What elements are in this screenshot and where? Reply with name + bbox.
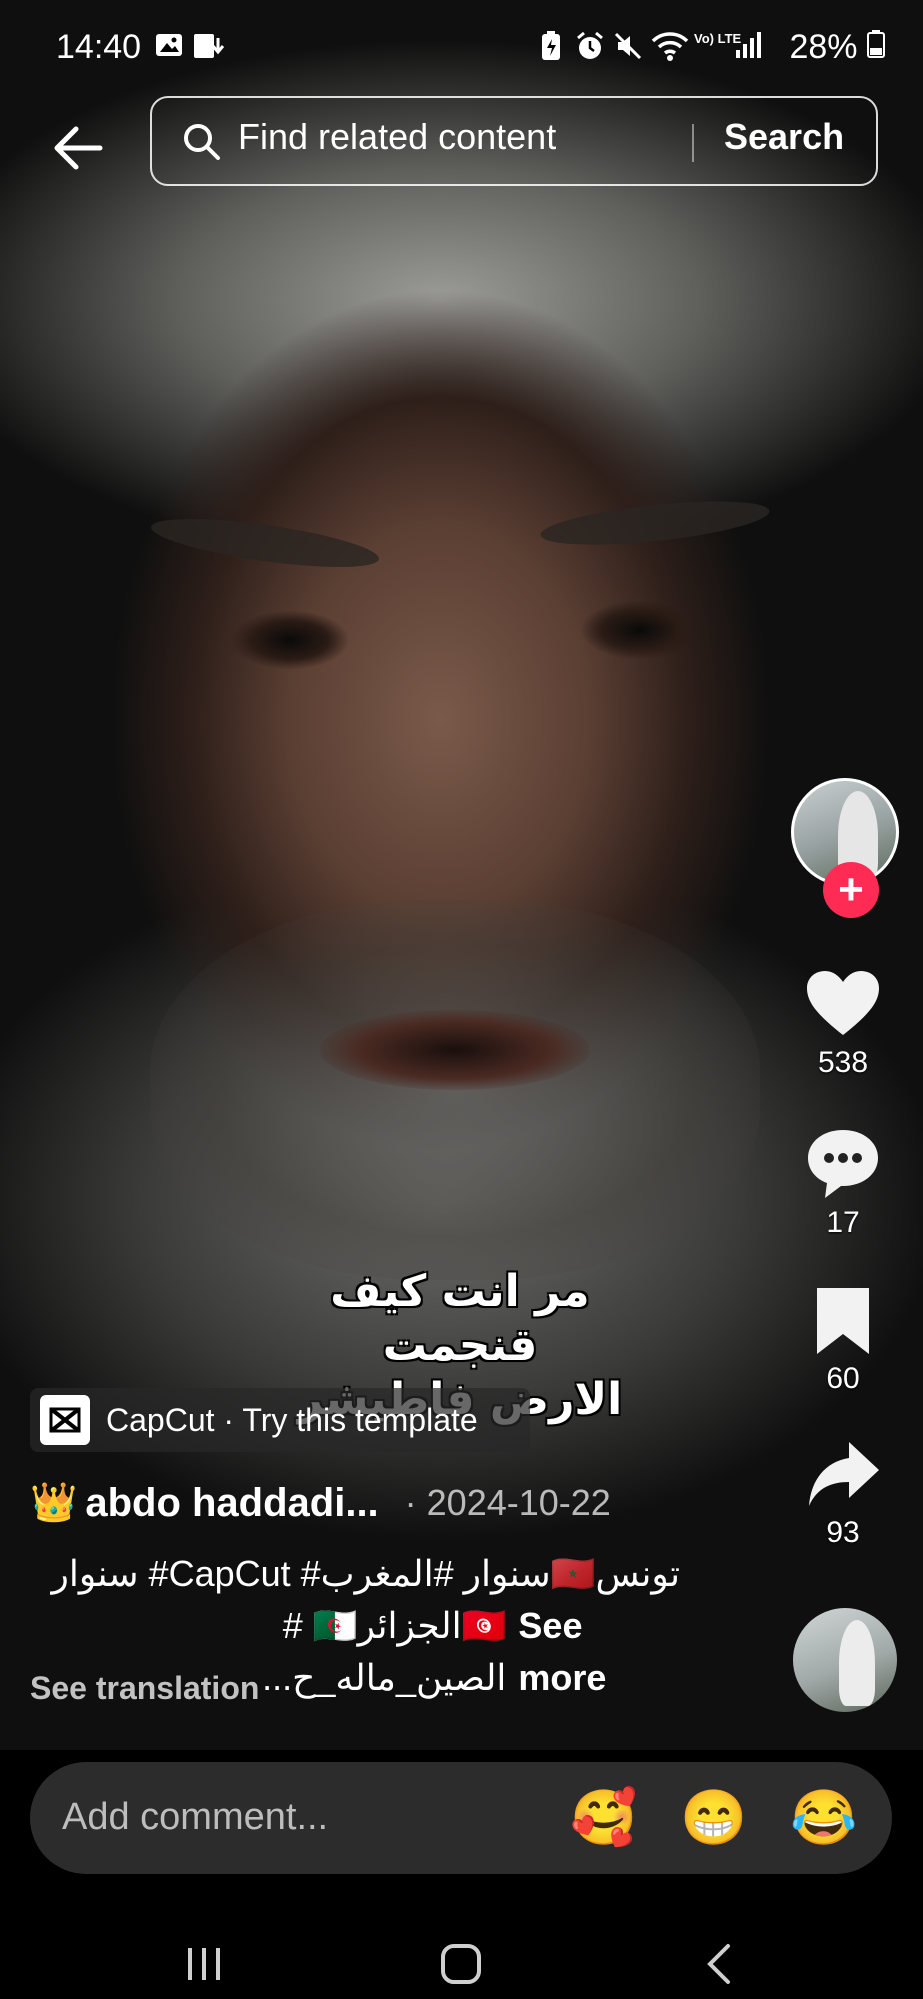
sound-avatar[interactable]	[793, 1608, 897, 1712]
capcut-template-label: CapCut · Try this template	[106, 1401, 478, 1438]
video-frame-right-eye	[580, 600, 700, 660]
status-bar: 14:40 Vo) LTE 28%	[0, 0, 923, 96]
share-count: 93	[826, 1516, 860, 1549]
save-button[interactable]: 60	[763, 1282, 923, 1396]
video-overlay-line1: مر انت كيف قنجمت	[330, 1266, 590, 1371]
mute-icon	[612, 30, 644, 62]
share-button[interactable]: 93	[763, 1436, 923, 1550]
bottom-area: Add comment... 🥰 😁 😂	[0, 1750, 923, 1999]
tiktok-video-screen: 14:40 Vo) LTE 28% Find related content S…	[0, 0, 923, 1999]
download-notification-icon	[192, 30, 226, 62]
battery-percent: 28%	[789, 28, 858, 66]
share-arrow-icon	[809, 1442, 879, 1506]
like-count: 538	[817, 1046, 869, 1079]
recent-apps-button[interactable]	[174, 1936, 234, 1992]
follow-button[interactable]: +	[823, 862, 879, 918]
comment-input[interactable]: Add comment...	[62, 1796, 328, 1839]
video-frame-beard	[150, 900, 760, 1280]
recent-apps-icon	[188, 1948, 220, 1980]
battery-status: 28%	[789, 28, 885, 67]
alarm-icon	[574, 30, 606, 62]
search-input[interactable]: Find related content	[238, 116, 556, 158]
comment-bar[interactable]: Add comment... 🥰 😁 😂	[30, 1762, 892, 1874]
see-more-link[interactable]: See more	[518, 1600, 680, 1704]
comment-button[interactable]: 17	[763, 1126, 923, 1240]
comment-count: 17	[826, 1206, 860, 1239]
home-button[interactable]	[431, 1936, 491, 1992]
gallery-notification-icon	[154, 30, 184, 62]
capcut-template-bar[interactable]: CapCut · Try this template	[30, 1388, 530, 1452]
signal-icon	[734, 30, 762, 62]
video-frame-left-eye	[230, 610, 350, 670]
status-time: 14:40	[56, 28, 142, 66]
arrow-left-icon	[54, 126, 103, 170]
search-button[interactable]: Search	[724, 116, 844, 158]
search-divider	[692, 124, 694, 162]
emoji-smiling-hearts[interactable]: 🥰	[570, 1786, 637, 1850]
emoji-grinning[interactable]: 😁	[680, 1786, 747, 1850]
caption-line-1: تونس🇲🇦سنوار #المغرب# CapCut# سنوار	[51, 1553, 680, 1594]
search-icon	[184, 124, 220, 160]
back-nav-button[interactable]	[690, 1936, 750, 1992]
post-date: · 2024-10-22	[404, 1482, 611, 1523]
video-frame-left-brow	[148, 509, 382, 577]
save-count: 60	[826, 1362, 860, 1395]
back-button[interactable]	[40, 110, 116, 186]
battery-saver-icon	[540, 30, 562, 62]
home-icon	[441, 1944, 481, 1984]
author-name[interactable]: abdo haddadi...	[85, 1481, 378, 1526]
see-translation-link[interactable]: See translation	[30, 1670, 259, 1707]
android-nav-bar	[0, 1930, 923, 1999]
video-frame-mouth	[320, 1010, 590, 1090]
like-button[interactable]: 538	[763, 966, 923, 1080]
chevron-left-icon	[707, 1944, 730, 1984]
heart-icon	[807, 971, 879, 1035]
bookmark-icon	[817, 1288, 869, 1354]
top-bar: Find related content Search	[0, 96, 923, 192]
wifi-icon	[650, 30, 690, 62]
battery-icon	[867, 30, 885, 58]
author-row: 👑 abdo haddadi... · 2024-10-22	[30, 1478, 710, 1528]
capcut-logo-icon	[40, 1395, 90, 1445]
video-frame-right-brow	[538, 493, 772, 553]
comment-icon	[808, 1130, 878, 1198]
emoji-tears-of-joy[interactable]: 😂	[790, 1786, 857, 1850]
search-box[interactable]: Find related content Search	[150, 96, 878, 186]
crown-emoji: 👑	[30, 1482, 78, 1524]
